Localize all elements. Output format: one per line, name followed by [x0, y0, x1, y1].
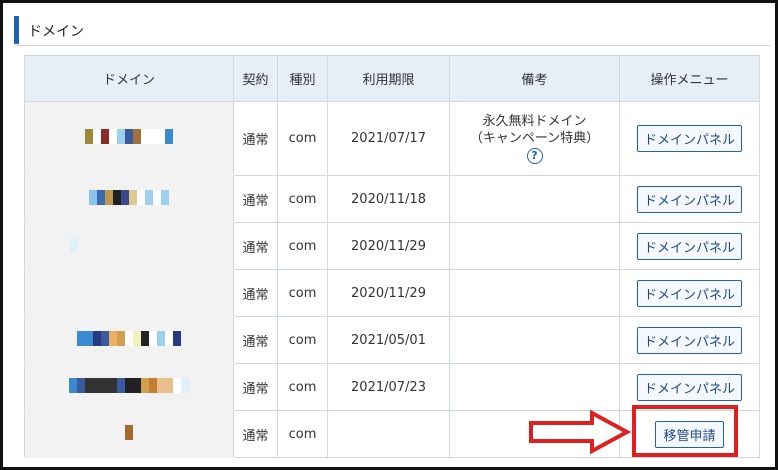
table-row: 通常 com 2021/07/17 永久無料ドメイン （キャンペーン特典） ? …: [24, 101, 760, 176]
header-actions: 操作メニュー: [619, 55, 760, 102]
expiry-cell: 2021/07/23: [327, 363, 450, 411]
table-header-row: ドメイン 契約 種別 利用期限 備考 操作メニュー: [24, 55, 760, 102]
action-cell: ドメインパネル: [619, 101, 760, 176]
domain-cell-redacted: [24, 316, 234, 364]
action-cell: ドメインパネル: [619, 222, 760, 270]
header-type: 種別: [277, 55, 328, 102]
contract-cell: 通常: [233, 175, 278, 223]
contract-cell: 通常: [233, 269, 278, 317]
header-domain: ドメイン: [24, 55, 234, 102]
domain-cell-redacted: [24, 410, 234, 458]
highlight-box: [632, 405, 738, 457]
header-contract: 契約: [233, 55, 278, 102]
domain-panel-button[interactable]: ドメインパネル: [636, 185, 742, 213]
contract-cell: 通常: [233, 363, 278, 411]
type-cell: com: [277, 175, 328, 223]
note-campaign-title: 永久無料ドメイン: [482, 114, 587, 129]
type-cell: com: [277, 101, 328, 176]
action-cell: ドメインパネル: [619, 316, 760, 364]
domain-cell-redacted: [24, 363, 234, 411]
domain-cell-redacted: [24, 269, 234, 317]
expiry-cell: [327, 410, 450, 458]
redacted-domain-name: [89, 189, 169, 205]
type-cell: com: [277, 222, 328, 270]
type-cell: com: [277, 269, 328, 317]
redacted-domain-name: [77, 330, 181, 346]
note-cell: [449, 175, 620, 223]
domain-panel-button[interactable]: ドメインパネル: [636, 279, 742, 307]
contract-cell: 通常: [233, 101, 278, 176]
domain-panel-button[interactable]: ドメインパネル: [636, 125, 742, 152]
section-header: ドメイン: [14, 16, 770, 46]
expiry-cell: 2020/11/29: [327, 222, 450, 270]
domain-cell-redacted: [24, 101, 234, 176]
table-row: 通常 com 2021/07/23 ドメインパネル: [24, 363, 760, 411]
note-cell: [449, 363, 620, 411]
note-cell: [449, 269, 620, 317]
action-cell: ドメインパネル: [619, 175, 760, 223]
header-expiry: 利用期限: [327, 55, 450, 102]
section-title: ドメイン: [28, 24, 84, 40]
expiry-cell: 2020/11/29: [327, 269, 450, 317]
action-cell: ドメインパネル: [619, 363, 760, 411]
table-row: 通常 com 2021/05/01 ドメインパネル: [24, 316, 760, 364]
redacted-domain-name: [125, 424, 133, 440]
domain-panel-button[interactable]: ドメインパネル: [636, 373, 742, 401]
redacted-domain-name: [69, 377, 189, 393]
expiry-cell: 2020/11/18: [327, 175, 450, 223]
domain-table: ドメイン 契約 種別 利用期限 備考 操作メニュー 通常 com 2021/07…: [24, 55, 760, 458]
type-cell: com: [277, 316, 328, 364]
redacted-domain-name: [85, 129, 173, 144]
expiry-cell: 2021/07/17: [327, 101, 450, 176]
table-row: 通常 com 2020/11/18 ドメインパネル: [24, 175, 760, 223]
contract-cell: 通常: [233, 410, 278, 458]
contract-cell: 通常: [233, 316, 278, 364]
expiry-cell: 2021/05/01: [327, 316, 450, 364]
type-cell: com: [277, 363, 328, 411]
header-note: 備考: [449, 55, 620, 102]
action-cell: ドメインパネル: [619, 269, 760, 317]
note-cell: 永久無料ドメイン （キャンペーン特典） ?: [449, 101, 620, 176]
help-icon[interactable]: ?: [526, 148, 543, 164]
contract-cell: 通常: [233, 222, 278, 270]
note-campaign-subtitle: （キャンペーン特典）: [469, 131, 600, 146]
domain-panel-button[interactable]: ドメインパネル: [636, 232, 742, 260]
type-cell: com: [277, 410, 328, 458]
red-arrow-icon: [529, 410, 632, 454]
domain-cell-redacted: [24, 222, 234, 270]
table-row: 通常 com 2020/11/29 ドメインパネル: [24, 269, 760, 317]
note-cell: [449, 316, 620, 364]
redacted-domain-name: [70, 236, 78, 252]
table-row: 通常 com 2020/11/29 ドメインパネル: [24, 222, 760, 270]
domain-cell-redacted: [24, 175, 234, 223]
note-cell: [449, 222, 620, 270]
section-accent-bar: [14, 16, 19, 44]
domain-panel-button[interactable]: ドメインパネル: [636, 326, 742, 354]
